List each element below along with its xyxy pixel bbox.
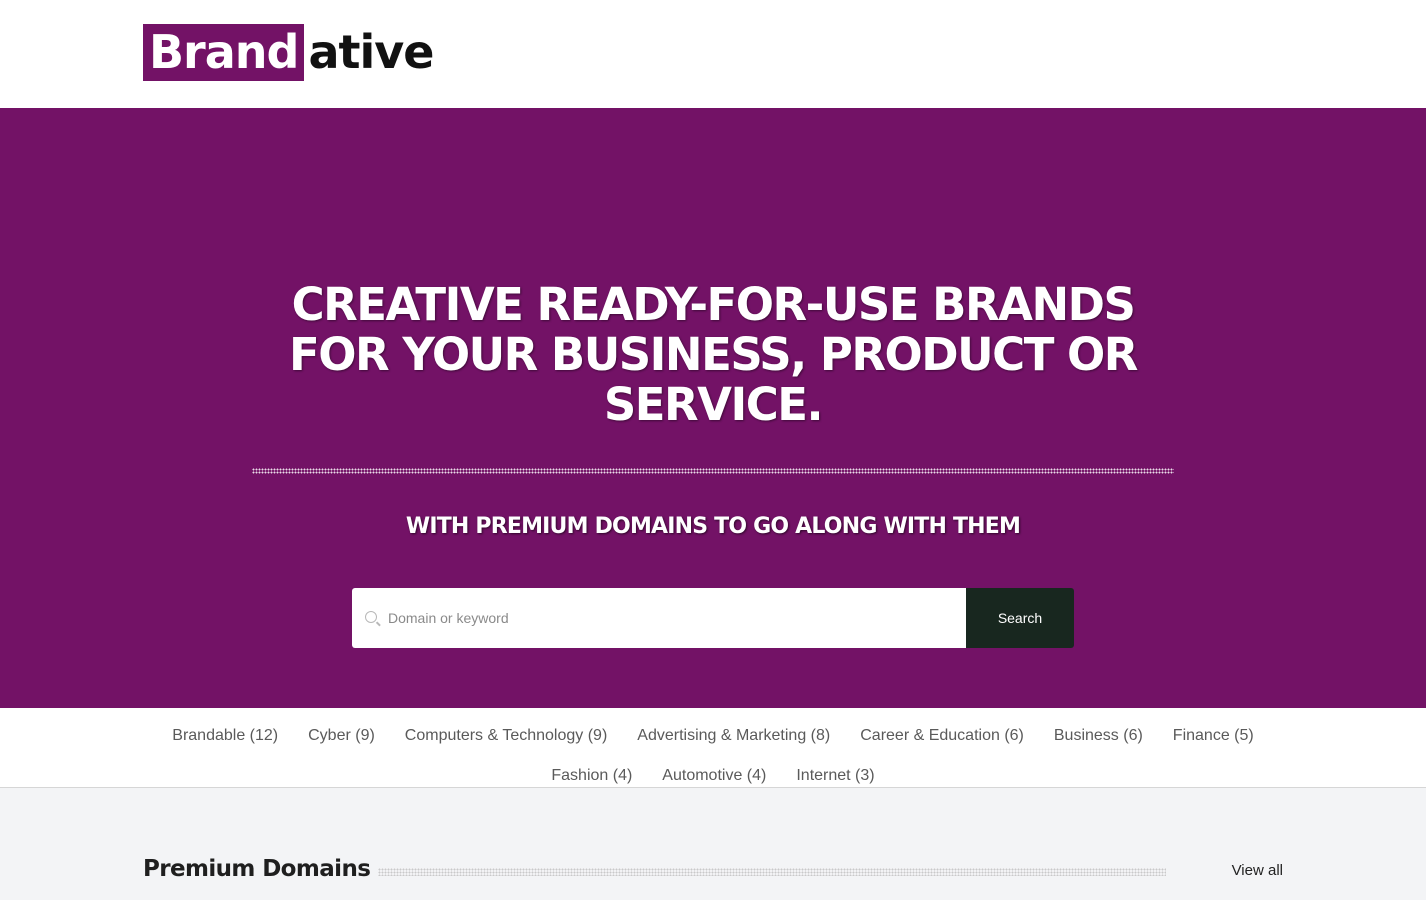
category-internet[interactable]: Internet (3) xyxy=(796,767,874,785)
category-finance[interactable]: Finance (5) xyxy=(1173,727,1254,745)
category-career-education[interactable]: Career & Education (6) xyxy=(860,727,1024,745)
domain-search-form: Search xyxy=(352,588,1074,648)
logo-mark: Brand xyxy=(143,24,305,81)
search-field xyxy=(352,588,966,648)
category-cyber[interactable]: Cyber (9) xyxy=(308,727,375,745)
premium-domains-section: Premium Domains View all xyxy=(0,788,1426,900)
search-input[interactable] xyxy=(352,588,966,648)
category-advertising-marketing[interactable]: Advertising & Marketing (8) xyxy=(637,727,830,745)
section-title: Premium Domains xyxy=(143,856,371,882)
category-brandable[interactable]: Brandable (12) xyxy=(172,727,278,745)
hero-title: CREATIVE READY-FOR-USE BRANDS FOR YOUR B… xyxy=(289,278,1138,431)
hero-subtitle: WITH PREMIUM DOMAINS TO GO ALONG WITH TH… xyxy=(405,514,1021,539)
site-header: Brand ative xyxy=(0,0,1426,108)
category-computers-technology[interactable]: Computers & Technology (9) xyxy=(405,727,607,745)
hero-divider xyxy=(252,468,1174,474)
category-automotive[interactable]: Automotive (4) xyxy=(662,767,766,785)
search-icon xyxy=(365,611,377,623)
category-business[interactable]: Business (6) xyxy=(1054,727,1143,745)
section-divider xyxy=(378,868,1166,876)
logo-text: ative xyxy=(308,25,434,79)
category-row-1: Brandable (12) Cyber (9) Computers & Tec… xyxy=(0,716,1426,756)
view-all-link[interactable]: View all xyxy=(1232,862,1283,879)
category-fashion[interactable]: Fashion (4) xyxy=(551,767,632,785)
hero-banner: CREATIVE READY-FOR-USE BRANDS FOR YOUR B… xyxy=(0,108,1426,708)
brand-logo[interactable]: Brand ative xyxy=(143,24,434,81)
category-nav: Brandable (12) Cyber (9) Computers & Tec… xyxy=(0,708,1426,788)
search-button[interactable]: Search xyxy=(966,588,1074,648)
